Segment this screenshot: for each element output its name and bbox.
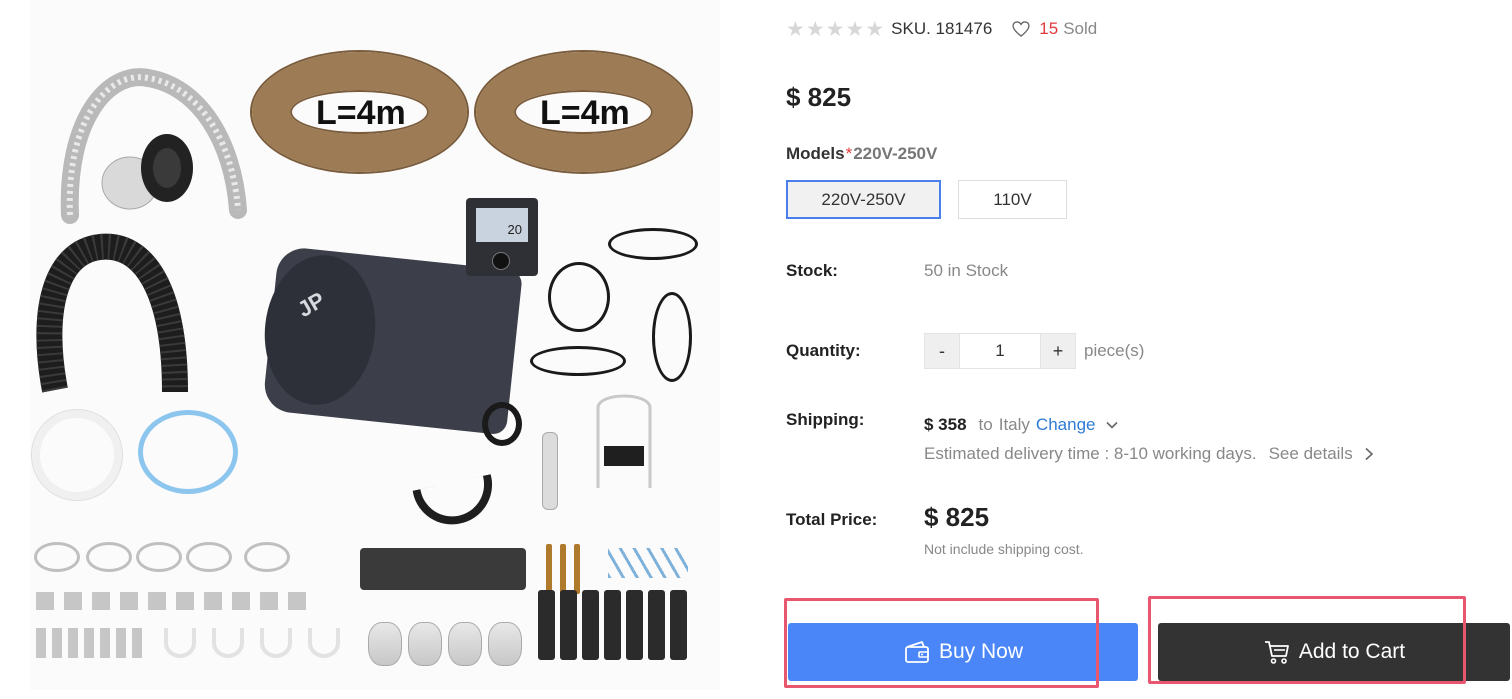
exhaust-terminal (408, 622, 442, 666)
total-price-label: Total Price: (786, 510, 878, 529)
foam-sleeve (582, 590, 599, 660)
exhaust-terminal (448, 622, 482, 666)
buy-now-button[interactable]: Buy Now (788, 623, 1138, 681)
shipping-country: Italy (998, 415, 1030, 434)
meta-row: ★ ★ ★ ★ ★ SKU. 181476 15 Sold (786, 16, 1097, 42)
quantity-input[interactable]: 1 (960, 333, 1040, 369)
duct-length-label: L=4m (316, 94, 406, 132)
sold-count: 15 (1039, 19, 1059, 38)
cart-icon (1264, 641, 1289, 664)
buy-now-label: Buy Now (938, 640, 1024, 663)
sold-label: Sold (1063, 19, 1098, 38)
fuel-pump (542, 432, 558, 510)
see-details-link[interactable]: See details (1269, 444, 1353, 464)
models-heading: Models*220V-250V (786, 144, 937, 164)
foam-sleeve (604, 590, 621, 660)
quantity-stepper: - 1 + (924, 333, 1076, 369)
pipe-bracket (260, 628, 292, 658)
hose-clamp (136, 542, 182, 572)
foam-sleeve (560, 590, 577, 660)
star-icon: ★ (786, 17, 805, 41)
star-icon: ★ (805, 17, 825, 41)
rubber-strap (412, 474, 500, 532)
delivery-time-text: Estimated delivery time : 8-10 working d… (924, 444, 1257, 463)
add-to-cart-label: Add to Cart (1298, 640, 1406, 663)
model-option-220v-250v[interactable]: 220V-250V (786, 180, 941, 219)
mounting-plate (360, 548, 526, 590)
pipe-bracket (308, 628, 340, 658)
duct-length-label: L=4m (540, 94, 630, 132)
total-price-value: $ 825 (924, 502, 990, 532)
model-option-110v[interactable]: 110V (958, 180, 1067, 219)
chevron-down-icon[interactable] (1105, 418, 1119, 432)
exhaust-terminal (368, 622, 402, 666)
shipping-change-link[interactable]: Change (1036, 415, 1096, 435)
cable-coil (548, 262, 610, 332)
foam-sleeve (670, 590, 687, 660)
foam-sleeve (626, 590, 643, 660)
quantity-increase-button[interactable]: + (1040, 333, 1076, 369)
cable-coil (652, 292, 692, 382)
cable-coil (608, 228, 698, 260)
screws (608, 548, 688, 578)
hose-clamp (244, 542, 290, 572)
hose-clamp (34, 542, 80, 572)
mounting-bolt (560, 544, 566, 594)
product-price: $ 825 (786, 82, 852, 112)
cable-coil (530, 346, 626, 376)
exhaust-terminal (488, 622, 522, 666)
pipe-bracket (164, 628, 196, 658)
foam-sleeve (648, 590, 665, 660)
gasket-ring (482, 402, 522, 446)
thermostat-screen: 20 (476, 208, 528, 242)
foam-sleeve (538, 590, 555, 660)
shipping-label: Shipping: (786, 410, 865, 429)
product-info-panel: ★ ★ ★ ★ ★ SKU. 181476 15 Sold $ 825 Mode… (786, 0, 1512, 699)
star-icon: ★ (825, 17, 845, 41)
star-icon: ★ (845, 17, 865, 41)
quantity-decrease-button[interactable]: - (924, 333, 960, 369)
pipe-bracket (212, 628, 244, 658)
models-selected-value: 220V-250V (853, 144, 938, 163)
rating-stars: ★ ★ ★ ★ ★ (786, 19, 884, 40)
quantity-label: Quantity: (786, 341, 861, 360)
fuel-tube-white (32, 410, 122, 500)
wallet-icon (905, 641, 929, 663)
required-mark: * (845, 144, 853, 163)
shipping-info: $ 358 to Italy Change (924, 413, 1119, 437)
shipping-price: $ 358 (924, 415, 967, 434)
models-label: Models (786, 144, 845, 163)
thermostat-knob (492, 252, 510, 270)
heart-icon[interactable] (1011, 19, 1031, 39)
vent-cap-illustration (101, 134, 193, 210)
chevron-right-icon[interactable] (1363, 447, 1375, 461)
hose-clamp (186, 542, 232, 572)
add-to-cart-button[interactable]: Add to Cart (1158, 623, 1510, 681)
sku-text: SKU. 181476 (891, 19, 993, 38)
mounting-bolt (574, 544, 580, 594)
hose-clamp (86, 542, 132, 572)
exhaust-hose-illustration (36, 233, 188, 393)
product-image[interactable]: L=4m L=4m JP 20 (30, 0, 720, 690)
small-clamps (36, 592, 306, 610)
fuel-tube-blue (138, 410, 238, 494)
pump-bracket-illustration (596, 394, 652, 488)
thermostat-panel: 20 (466, 198, 538, 276)
stock-value: 50 in Stock (924, 261, 1009, 280)
delivery-info: Estimated delivery time : 8-10 working d… (924, 444, 1375, 464)
star-icon: ★ (865, 17, 885, 41)
shipping-to-text: to (978, 415, 993, 434)
small-clamps (36, 628, 146, 658)
total-price-note: Not include shipping cost. (924, 541, 1084, 557)
mounting-bolt (546, 544, 552, 594)
stock-label: Stock: (786, 261, 838, 280)
quantity-unit: piece(s) (1084, 341, 1145, 360)
